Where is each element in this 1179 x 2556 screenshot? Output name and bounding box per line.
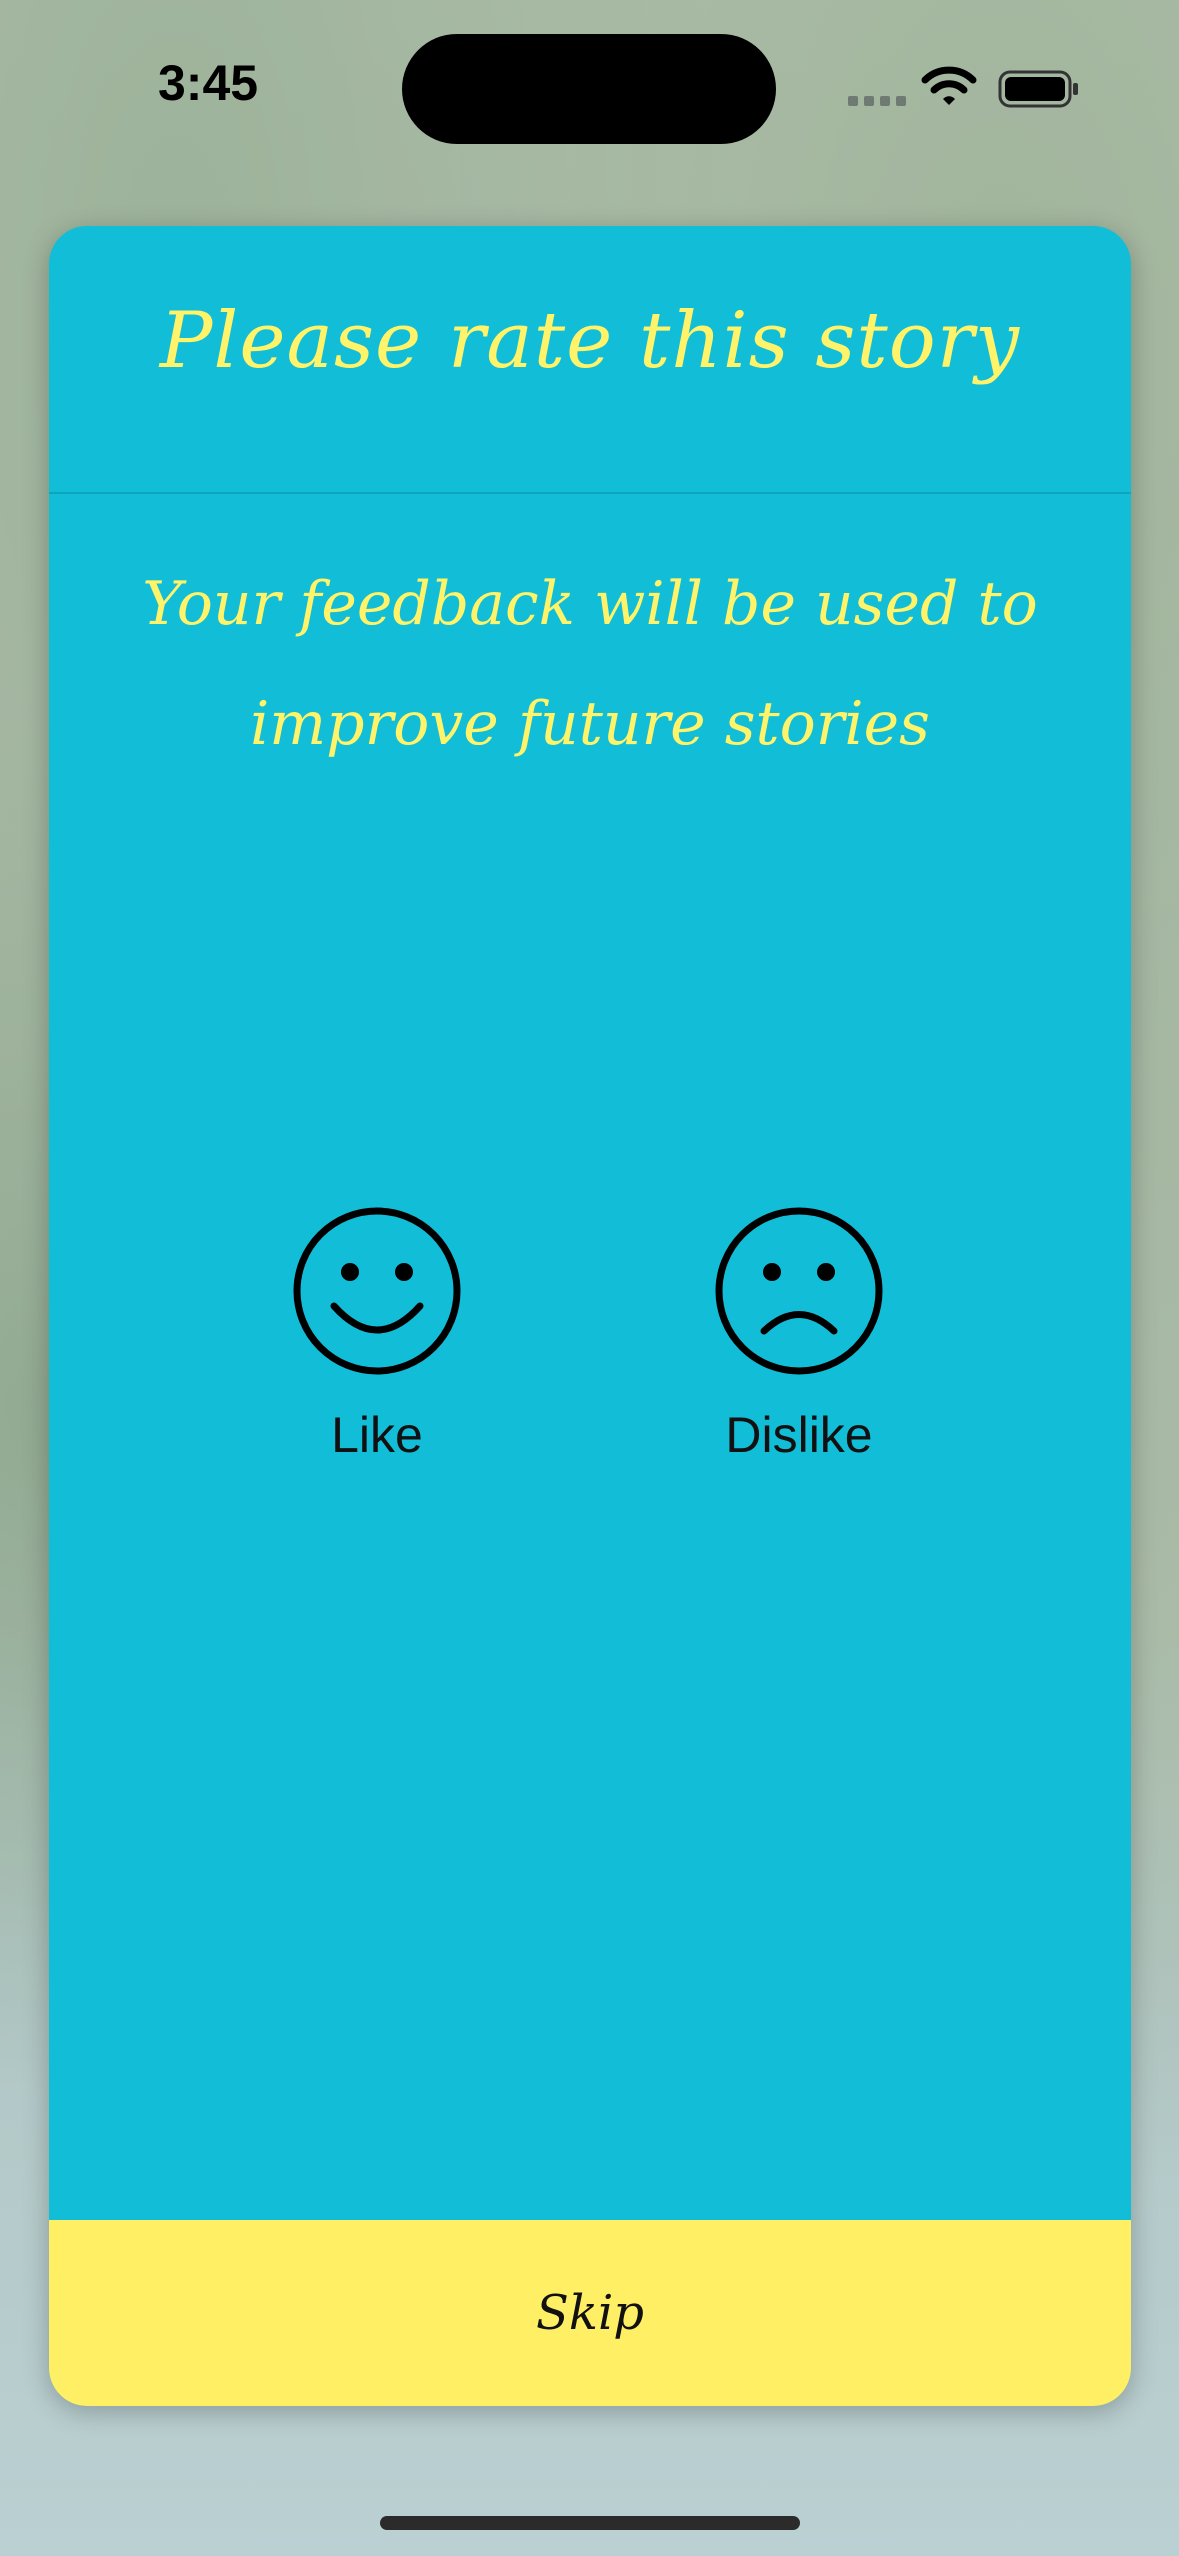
dislike-button[interactable]: Dislike [679, 1206, 919, 1466]
skip-button[interactable]: Skip [49, 2220, 1131, 2406]
subtitle-line-2: improve future stories [250, 689, 930, 759]
dialog-header: Please rate this story [49, 226, 1131, 494]
home-indicator[interactable] [380, 2516, 800, 2530]
wifi-icon [921, 66, 977, 105]
status-bar: 3:45 [0, 0, 1179, 150]
dialog-title: Please rate this story [159, 296, 1021, 386]
like-button[interactable]: Like [257, 1206, 497, 1466]
rating-dialog: Please rate this story Your feedback wil… [49, 226, 1131, 2406]
status-time: 3:45 [158, 55, 259, 111]
cellular-signal-icon [848, 96, 906, 106]
dialog-subtitle: Your feedback will be used to improve fu… [139, 544, 1041, 784]
dynamic-island [402, 34, 776, 144]
frowning-face-icon [715, 1207, 883, 1375]
subtitle-line-1: Your feedback will be used to [142, 569, 1038, 639]
like-label: Like [331, 1407, 423, 1463]
screen: 3:45 Please rate this story Your feedbac… [0, 0, 1179, 2556]
battery-icon [998, 70, 1078, 108]
dislike-label: Dislike [725, 1407, 873, 1463]
smiley-face-icon [293, 1207, 461, 1375]
skip-label: Skip [535, 2285, 645, 2341]
